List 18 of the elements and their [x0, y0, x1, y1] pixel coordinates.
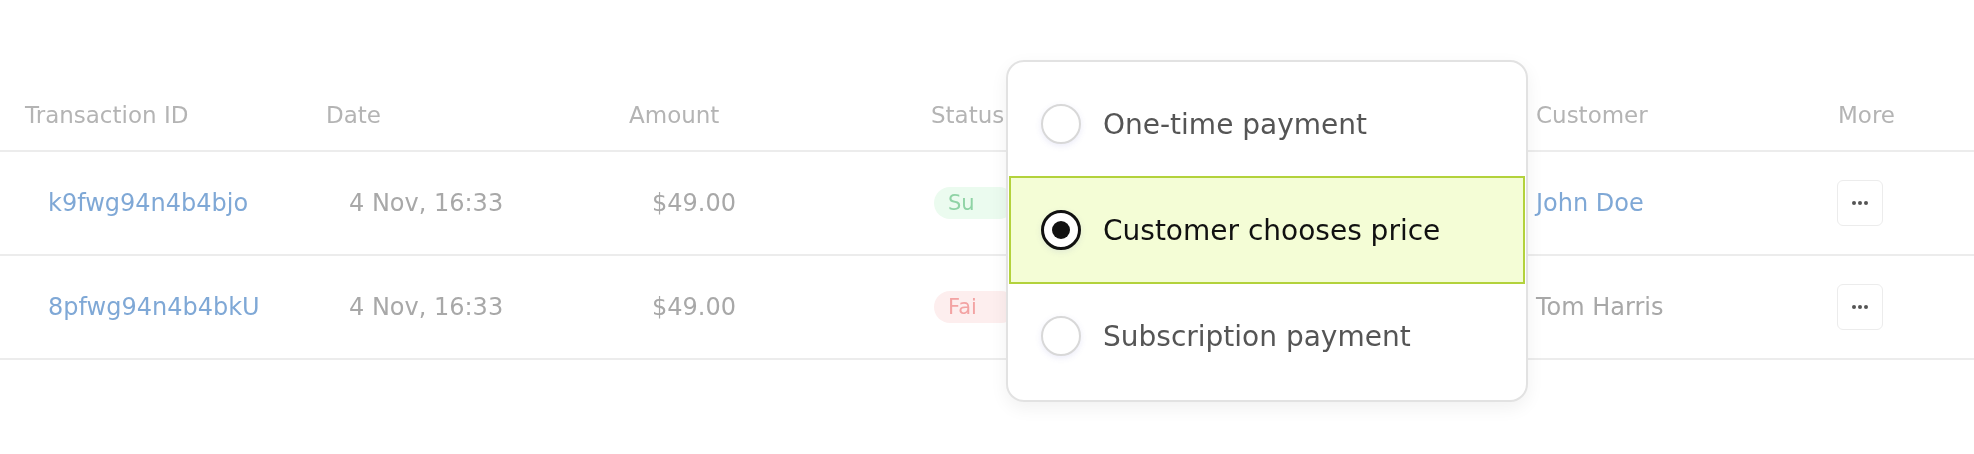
- option-label: One-time payment: [1103, 107, 1367, 141]
- column-header: More: [1813, 80, 1974, 152]
- ellipsis-icon: [1852, 201, 1868, 205]
- option-label: Customer chooses price: [1103, 213, 1441, 247]
- column-header: Transaction ID: [0, 80, 301, 152]
- radio-button[interactable]: [1041, 210, 1081, 250]
- option-label: Subscription payment: [1103, 319, 1411, 353]
- amount-text: $49.00: [652, 293, 736, 321]
- customer-name: Tom Harris: [1536, 293, 1664, 321]
- date-text: 4 Nov, 16:33: [349, 293, 504, 321]
- column-header: Amount: [604, 80, 906, 152]
- column-header: Date: [301, 80, 604, 152]
- more-button[interactable]: [1837, 180, 1883, 226]
- payment-option[interactable]: Customer chooses price: [1009, 176, 1525, 284]
- more-button[interactable]: [1837, 284, 1883, 330]
- date-text: 4 Nov, 16:33: [349, 189, 504, 217]
- amount-text: $49.00: [652, 189, 736, 217]
- ellipsis-icon: [1852, 305, 1868, 309]
